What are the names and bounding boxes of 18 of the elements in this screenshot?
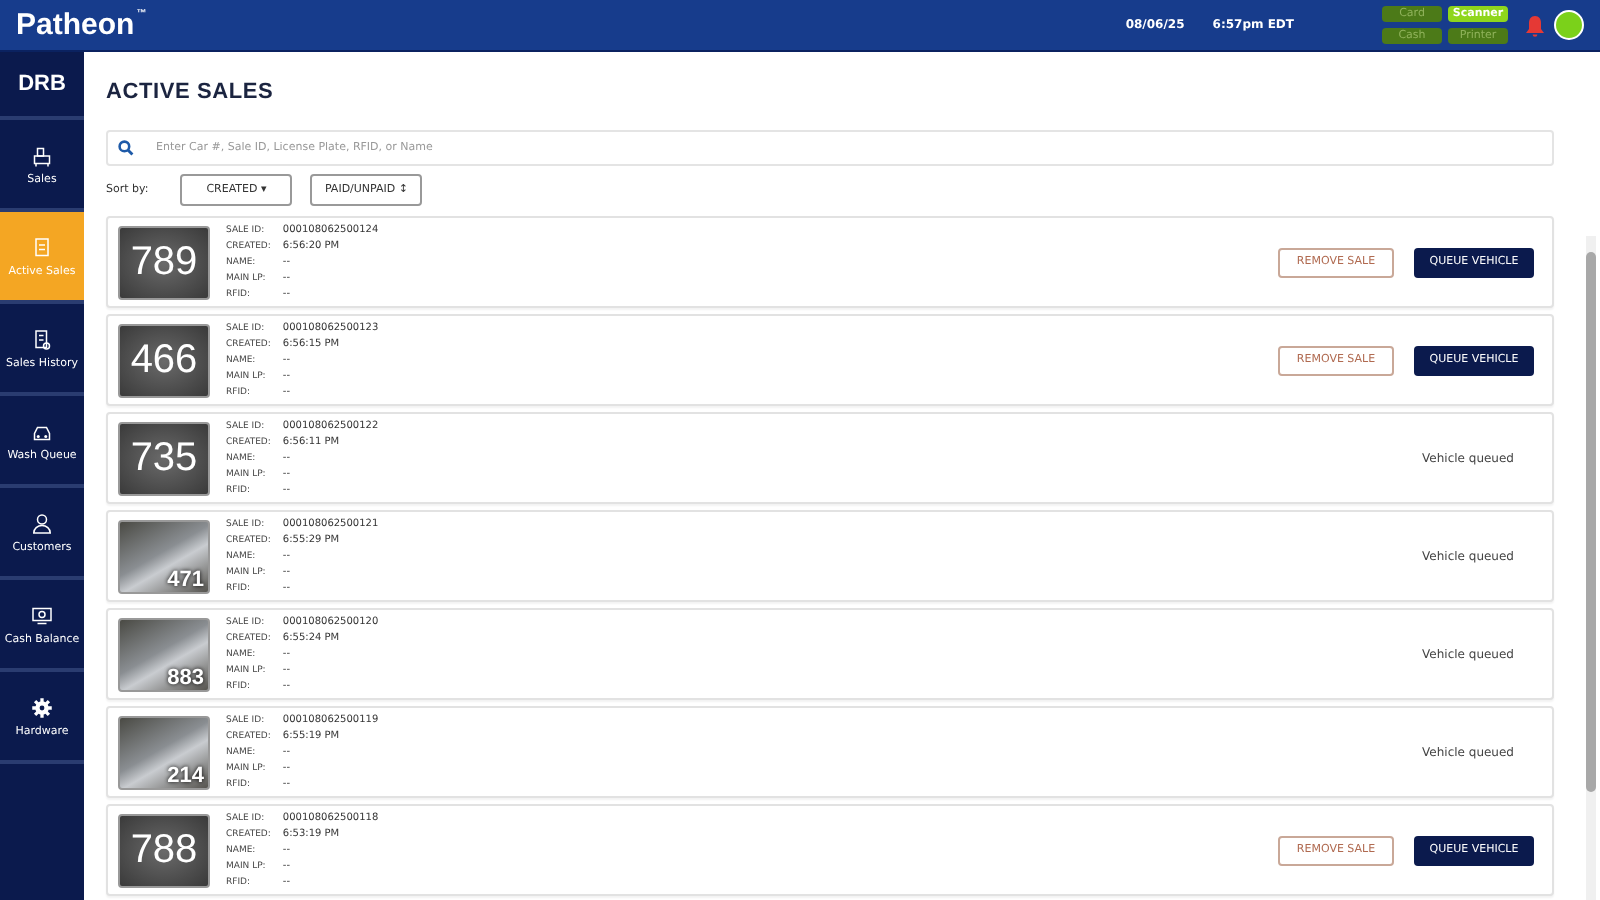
scrollbar[interactable] <box>1586 236 1596 900</box>
cash-icon <box>30 603 54 627</box>
clipboard-icon <box>30 235 54 259</box>
page-title: ACTIVE SALES <box>106 80 276 104</box>
car-number: 471 <box>167 567 204 591</box>
car-number: 214 <box>167 763 204 787</box>
search-icon <box>118 140 134 156</box>
person-icon <box>30 511 54 535</box>
car-number-tile: 466 <box>118 323 210 397</box>
settings-icon <box>30 695 54 719</box>
car-number: 883 <box>167 665 204 689</box>
receipt-icon <box>30 327 54 351</box>
car-number-tile: 788 <box>118 813 210 887</box>
register-icon <box>30 143 54 167</box>
car-number-tile: 735 <box>118 421 210 495</box>
bell-icon[interactable] <box>1524 13 1546 37</box>
avatar[interactable] <box>1554 10 1584 40</box>
car-number-tile: 789 <box>118 225 210 299</box>
